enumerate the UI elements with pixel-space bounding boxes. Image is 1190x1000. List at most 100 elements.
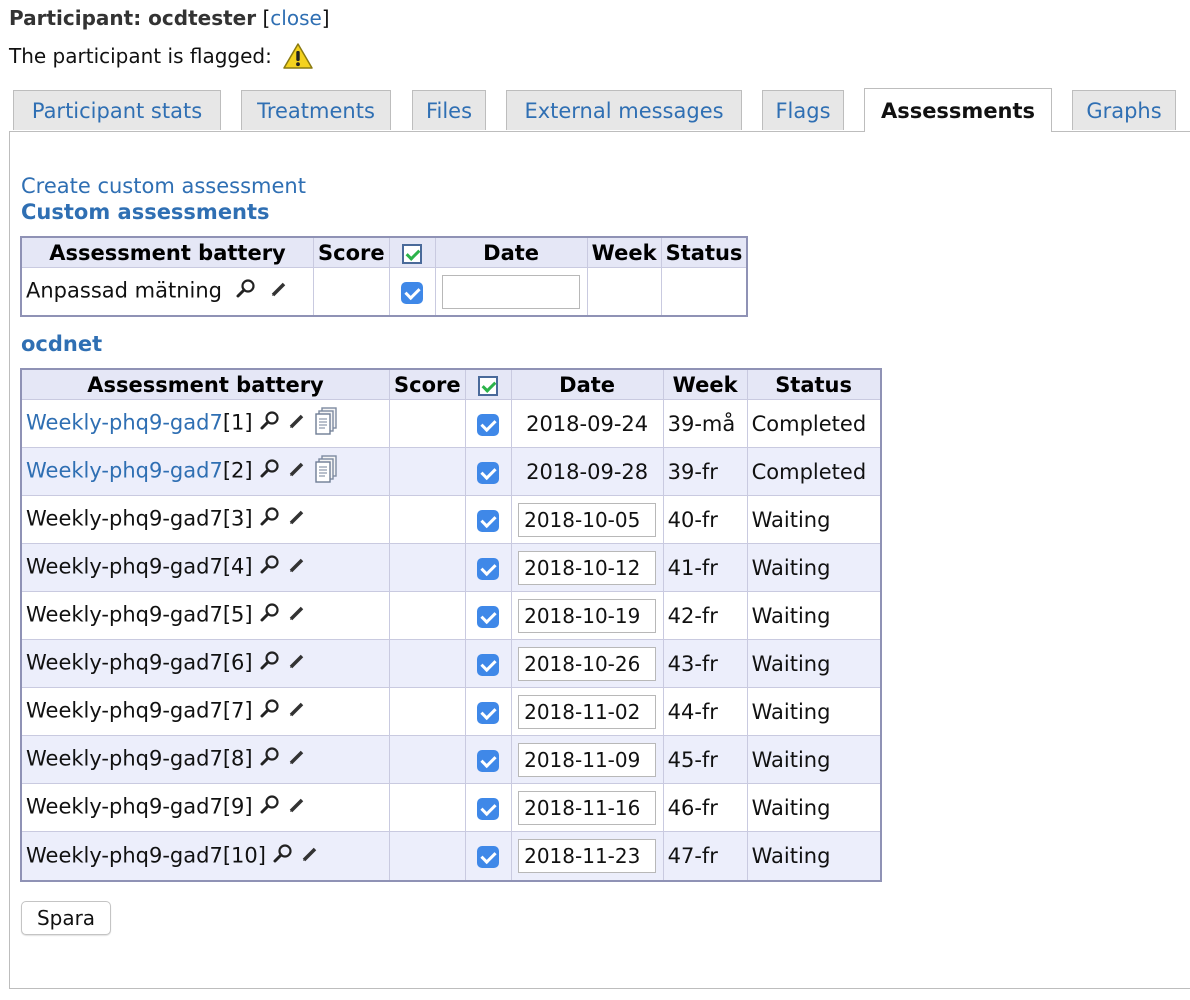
select-all-checkbox-header[interactable] [389, 238, 436, 268]
score-cell [390, 448, 466, 496]
date-input[interactable] [518, 598, 657, 633]
row-checkbox[interactable] [477, 701, 500, 724]
row-checkbox[interactable] [477, 605, 500, 628]
edit-icon[interactable] [269, 279, 289, 304]
view-icon[interactable] [259, 746, 281, 773]
tab-participant-stats[interactable]: Participant stats [13, 90, 221, 130]
tab-files[interactable]: Files [412, 90, 486, 130]
battery-index: [8] [222, 746, 253, 771]
status-cell: Waiting [747, 496, 880, 544]
row-checkbox-cell[interactable] [465, 544, 512, 592]
edit-icon[interactable] [287, 555, 307, 580]
tab-assessments[interactable]: Assessments [864, 88, 1052, 132]
row-checkbox[interactable] [477, 846, 500, 868]
battery-link[interactable]: Weekly-phq9-gad7 [26, 459, 223, 483]
row-checkbox[interactable] [477, 413, 500, 436]
edit-icon[interactable] [287, 747, 307, 772]
row-checkbox-cell[interactable] [465, 688, 512, 736]
battery-index: [7] [222, 698, 253, 723]
week-cell: 41-fr [663, 544, 748, 592]
select-all-checkbox[interactable] [478, 375, 499, 396]
tab-external-messages[interactable]: External messages [506, 90, 742, 130]
close-link[interactable]: close [270, 6, 322, 30]
view-icon[interactable] [259, 410, 281, 437]
row-checkbox[interactable] [477, 797, 500, 820]
row-checkbox[interactable] [477, 557, 500, 580]
battery-cell: Weekly-phq9-gad7[5] [22, 592, 390, 640]
view-icon[interactable] [235, 278, 257, 305]
week-cell: 46-fr [663, 784, 748, 832]
date-cell [436, 268, 588, 315]
date-input[interactable] [518, 502, 657, 537]
score-cell [390, 688, 466, 736]
edit-icon[interactable] [287, 795, 307, 820]
date-cell [511, 544, 664, 592]
view-icon[interactable] [272, 843, 294, 870]
select-all-checkbox-header[interactable] [465, 370, 512, 400]
view-icon[interactable] [259, 602, 281, 629]
view-icon[interactable] [259, 554, 281, 581]
edit-icon[interactable] [287, 459, 307, 484]
tab-bar: Participant stats Treatments Files Exter… [0, 88, 1190, 132]
date-cell: 2018-09-24 [511, 400, 664, 448]
row-checkbox-cell[interactable] [465, 736, 512, 784]
row-checkbox[interactable] [401, 281, 424, 304]
date-input[interactable] [518, 742, 657, 777]
edit-icon[interactable] [300, 844, 320, 869]
date-input[interactable] [442, 274, 581, 309]
score-cell [390, 496, 466, 544]
row-checkbox[interactable] [477, 749, 500, 772]
row-checkbox-cell[interactable] [465, 592, 512, 640]
score-cell [390, 640, 466, 688]
row-checkbox-cell[interactable] [465, 832, 512, 880]
tab-graphs[interactable]: Graphs [1072, 90, 1176, 130]
row-checkbox-cell[interactable] [465, 640, 512, 688]
date-cell [511, 592, 664, 640]
date-text: 2018-09-28 [526, 459, 649, 484]
view-icon[interactable] [259, 650, 281, 677]
save-button[interactable]: Spara [21, 901, 111, 935]
table-row: Weekly-phq9-gad7[8] 45-frWaiting [22, 736, 880, 784]
week-cell: 42-fr [663, 592, 748, 640]
table-row: Anpassad mätning [22, 268, 746, 315]
status-cell: Waiting [747, 736, 880, 784]
table-header-row: Assessment battery Score Date Week Statu… [22, 238, 747, 268]
table-row: Weekly-phq9-gad7[3] 40-frWaiting [22, 496, 880, 544]
edit-icon[interactable] [287, 651, 307, 676]
date-input[interactable] [518, 790, 657, 825]
battery-link[interactable]: Weekly-phq9-gad7 [26, 411, 223, 435]
table-row: Weekly-phq9-gad7[4] 41-frWaiting [22, 544, 880, 592]
tab-treatments[interactable]: Treatments [241, 90, 391, 130]
battery-name: Weekly-phq9-gad7 [26, 554, 223, 579]
tab-flags[interactable]: Flags [762, 90, 844, 130]
edit-icon[interactable] [287, 507, 307, 532]
date-text: 2018-09-24 [526, 411, 649, 436]
create-custom-assessment-link[interactable]: Create custom assessment [21, 173, 306, 199]
row-checkbox[interactable] [477, 461, 500, 484]
battery-name: Weekly-phq9-gad7 [26, 650, 223, 675]
row-checkbox-cell[interactable] [465, 784, 512, 832]
table-row: Weekly-phq9-gad7[10] 47-frWaiting [22, 832, 880, 880]
date-input[interactable] [518, 550, 657, 585]
view-icon[interactable] [259, 458, 281, 485]
row-checkbox[interactable] [477, 653, 500, 676]
date-input[interactable] [518, 839, 657, 873]
edit-icon[interactable] [287, 699, 307, 724]
row-checkbox-cell[interactable] [465, 400, 512, 448]
row-checkbox-cell[interactable] [465, 496, 512, 544]
copy-documents-icon[interactable] [313, 454, 339, 489]
date-input[interactable] [518, 694, 657, 729]
view-icon[interactable] [259, 794, 281, 821]
view-icon[interactable] [259, 698, 281, 725]
edit-icon[interactable] [287, 603, 307, 628]
copy-documents-icon[interactable] [313, 406, 339, 441]
battery-index: [5] [222, 602, 253, 627]
select-all-checkbox[interactable] [402, 243, 423, 264]
view-icon[interactable] [259, 506, 281, 533]
edit-icon[interactable] [287, 411, 307, 436]
row-checkbox-cell[interactable] [465, 448, 512, 496]
date-cell [511, 496, 664, 544]
date-input[interactable] [518, 646, 657, 681]
row-checkbox-cell[interactable] [390, 268, 436, 315]
row-checkbox[interactable] [477, 509, 500, 532]
